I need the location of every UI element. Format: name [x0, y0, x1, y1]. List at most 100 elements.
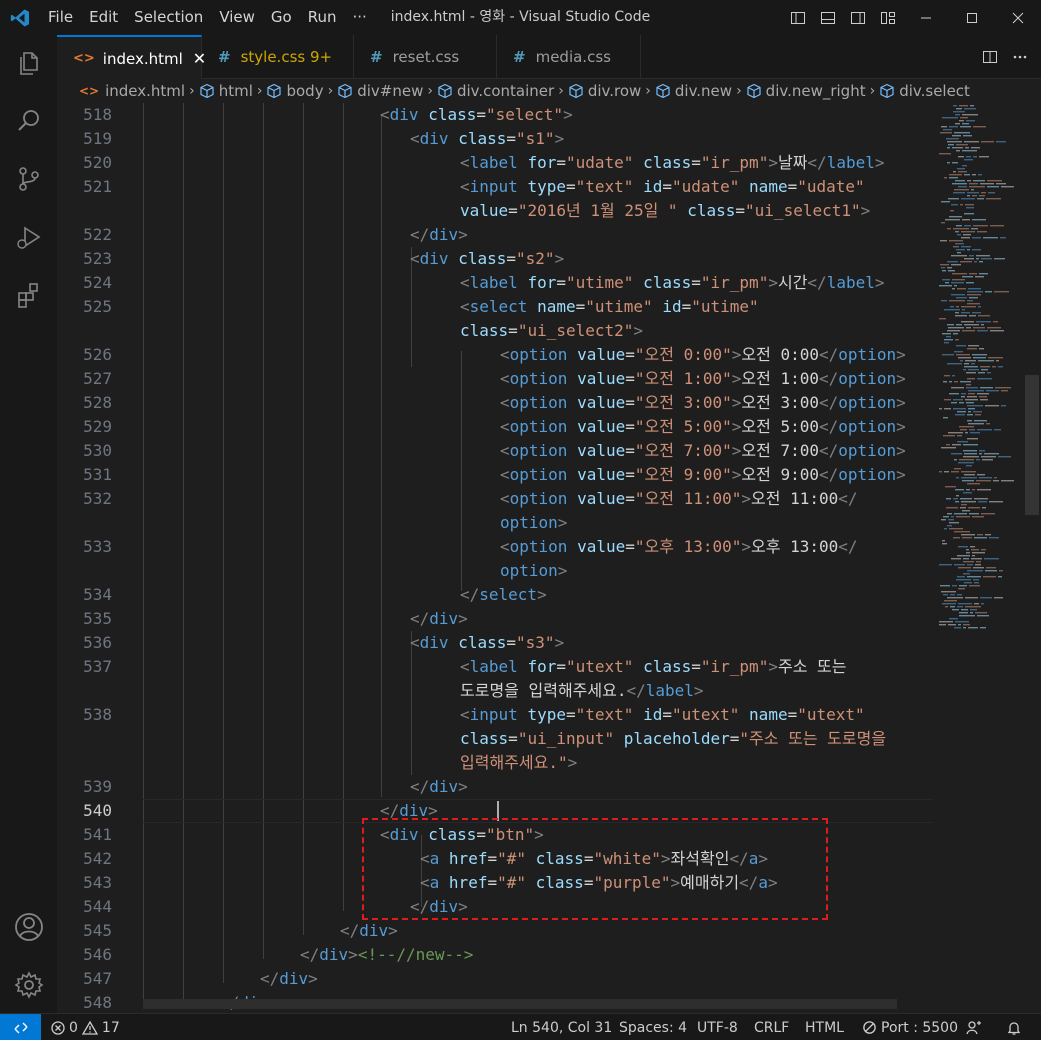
minimap-line	[944, 528, 947, 530]
minimap-line	[947, 267, 952, 269]
problems-indicator[interactable]: 0 17	[50, 1014, 120, 1040]
code-token: input	[469, 705, 518, 724]
minimap-line	[961, 471, 976, 473]
feedback-icon[interactable]	[966, 1014, 982, 1040]
minimap-line	[939, 624, 946, 626]
code-token: "ir_pm"	[700, 657, 769, 676]
chevron-right-icon: ›	[869, 83, 876, 99]
menu-item[interactable]: Selection	[126, 0, 211, 35]
menu-item[interactable]: Run	[300, 0, 345, 35]
minimap-line	[947, 525, 952, 527]
explorer-icon[interactable]	[0, 39, 57, 87]
cursor-position[interactable]: Ln 540, Col 31	[511, 1014, 612, 1040]
run-debug-icon[interactable]	[0, 213, 57, 261]
minimap-line	[956, 324, 962, 326]
scrollbar-thumb[interactable]	[1025, 375, 1039, 515]
customize-layout-icon[interactable]	[873, 0, 903, 35]
minimap-line	[958, 603, 972, 605]
tab-reset-css[interactable]: # reset.css	[354, 35, 497, 79]
code-token: 날짜	[777, 153, 808, 172]
remote-indicator-icon[interactable]	[0, 1014, 41, 1040]
horizontal-scrollbar[interactable]	[143, 999, 897, 1009]
vertical-scrollbar[interactable]	[1023, 103, 1041, 1013]
minimize-button[interactable]	[903, 0, 949, 35]
minimap-line	[966, 120, 975, 122]
minimap-line	[984, 558, 999, 560]
menu-item[interactable]: View	[211, 0, 263, 35]
code-token: =	[625, 345, 635, 364]
minimap-line	[967, 291, 983, 293]
minimap-line	[957, 555, 970, 557]
live-server-port[interactable]: Port : 5500	[862, 1014, 958, 1040]
breadcrumb-item[interactable]: div.new	[655, 82, 732, 100]
code-token: <	[410, 129, 420, 148]
chevron-right-icon: ›	[327, 83, 334, 99]
split-editor-icon[interactable]	[975, 35, 1005, 79]
minimap-line	[975, 564, 981, 566]
minimap-line	[999, 570, 1003, 572]
code-token: label	[469, 657, 518, 676]
minimap-line	[971, 549, 979, 551]
code-token: type	[527, 177, 566, 196]
breadcrumb-item[interactable]: div.row	[568, 82, 641, 100]
settings-gear-icon[interactable]	[0, 961, 57, 1009]
minimap-line	[955, 501, 959, 503]
minimap-line	[979, 273, 988, 275]
source-control-icon[interactable]	[0, 155, 57, 203]
tab-style-css[interactable]: # style.css 9+	[202, 35, 354, 79]
minimap-line	[963, 558, 969, 560]
more-actions-icon[interactable]	[1005, 35, 1035, 79]
language-mode[interactable]: HTML	[805, 1014, 844, 1040]
breadcrumb-item[interactable]: div.container	[437, 82, 554, 100]
minimap-line	[966, 327, 971, 329]
menu-item[interactable]: Edit	[81, 0, 126, 35]
code-text: </div>	[410, 223, 468, 247]
code-token: >	[458, 777, 468, 796]
code-line: 530 <option value="오전 7:00">오전 7:00</opti…	[57, 439, 937, 463]
breadcrumb-item[interactable]: div#new	[337, 82, 423, 100]
minimap-line	[967, 570, 983, 572]
menu-item[interactable]: ···	[345, 0, 375, 35]
extensions-icon[interactable]	[0, 271, 57, 319]
tab-media-css[interactable]: # media.css	[497, 35, 641, 79]
encoding[interactable]: UTF-8	[697, 1014, 738, 1040]
minimap-line	[977, 429, 992, 431]
minimap-line	[947, 513, 952, 515]
indentation[interactable]: Spaces: 4	[619, 1014, 687, 1040]
minimap-line	[970, 105, 974, 107]
code-editor[interactable]: 518 <div class="select"> 519 <div class="s1…	[57, 103, 1041, 1013]
breadcrumb-item[interactable]: div.new_right	[746, 82, 866, 100]
breadcrumb-item[interactable]: html	[199, 82, 253, 100]
breadcrumb-label: html	[218, 82, 253, 100]
code-token: </	[410, 225, 430, 244]
code-token: value	[577, 345, 626, 364]
toggle-panel-icon[interactable]	[813, 0, 843, 35]
code-line: 도로명을 입력해주세요.</label>	[57, 679, 937, 703]
menu-item[interactable]: File	[40, 0, 81, 35]
tab-index-html[interactable]: <> index.html ✕	[57, 35, 206, 80]
minimap-line	[966, 549, 969, 551]
menu-item[interactable]: Go	[263, 0, 300, 35]
toggle-primary-sidebar-icon[interactable]	[783, 0, 813, 35]
toggle-secondary-sidebar-icon[interactable]	[843, 0, 873, 35]
code-text: 입력해주세요.">	[460, 751, 577, 775]
code-token: value	[577, 417, 626, 436]
minimap[interactable]	[937, 103, 1023, 1013]
notifications-bell-icon[interactable]	[1006, 1014, 1022, 1040]
minimap-line	[951, 294, 965, 296]
code-line: 522 </div>	[57, 223, 937, 247]
breadcrumb-item[interactable]: body	[266, 82, 324, 100]
line-ending[interactable]: CRLF	[754, 1014, 789, 1040]
close-window-button[interactable]	[995, 0, 1041, 35]
search-icon[interactable]	[0, 97, 57, 145]
maximize-button[interactable]	[949, 0, 995, 35]
breadcrumb-item[interactable]: div.select	[879, 82, 970, 100]
minimap-line	[954, 381, 958, 383]
account-icon[interactable]	[0, 903, 57, 951]
minimap-line	[964, 108, 976, 110]
breadcrumb-item[interactable]: <> index.html	[79, 82, 185, 100]
minimap-line	[969, 186, 985, 188]
minimap-line	[964, 174, 970, 176]
